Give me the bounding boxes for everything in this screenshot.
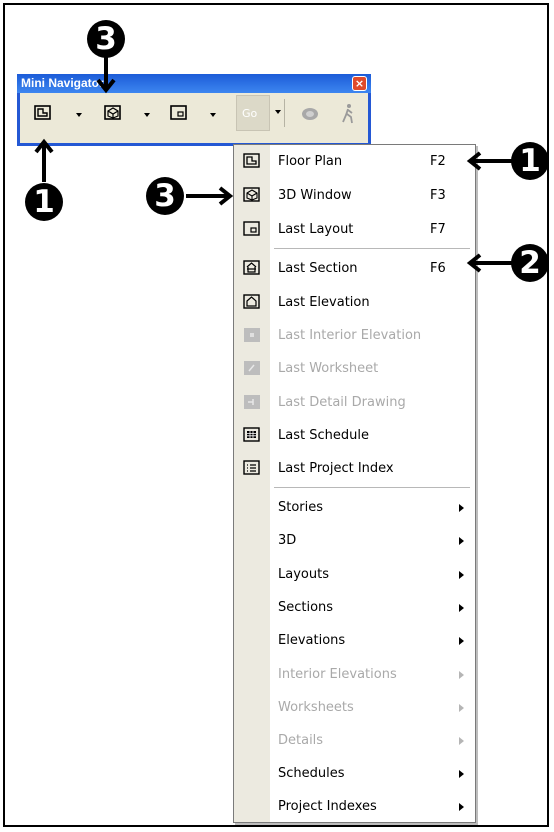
callout-arrow [34,138,54,182]
3d-window-dropdown-arrow[interactable] [144,113,150,117]
menu-item-last-elevation[interactable]: Last Elevation [234,290,475,316]
callout-arrow [466,151,512,171]
mini-navigator-toolbar: Go [17,93,371,146]
submenu-details: Details [234,728,475,754]
3d-window-icon [104,105,121,120]
menu-item-last-interior-elevation: Last Interior Elevation [234,323,475,349]
orbit-icon [302,108,318,120]
submenu-sections[interactable]: Sections [234,595,475,621]
menu-item-label: Last Section [278,261,358,276]
menu-item-last-schedule[interactable]: Last Schedule [234,423,475,449]
callout-arrow [96,56,116,94]
layout-icon [243,221,260,236]
floor-plan-icon [34,105,51,120]
layout-dropdown-arrow[interactable] [210,113,216,117]
submenu-layouts[interactable]: Layouts [234,562,475,588]
menu-item-label: 3D Window [278,188,352,203]
submenu-label: Schedules [278,766,345,781]
menu-item-label: Last Worksheet [278,361,379,376]
go-button[interactable]: Go [236,95,270,131]
go-menu: Floor Plan F2 3D Window F3 Last Layout F… [233,144,476,823]
floor-plan-button[interactable] [32,103,54,125]
menu-item-last-worksheet: Last Worksheet [234,356,475,382]
close-icon[interactable]: × [352,76,367,91]
submenu-interior-elevations: Interior Elevations [234,662,475,688]
menu-item-last-layout[interactable]: Last Layout F7 [234,217,475,243]
3d-window-icon [243,187,260,202]
menu-item-floor-plan[interactable]: Floor Plan F2 [234,149,475,175]
submenu-label: Layouts [278,567,329,582]
chevron-right-icon [459,504,464,512]
submenu-stories[interactable]: Stories [234,495,475,521]
submenu-project-indexes[interactable]: Project Indexes [234,794,475,820]
submenu-label: Interior Elevations [278,667,397,682]
go-dropdown-arrow[interactable] [275,110,281,114]
project-index-icon [243,460,260,475]
menu-item-label: Last Project Index [278,461,394,476]
submenu-elevations[interactable]: Elevations [234,628,475,654]
submenu-label: Elevations [278,633,346,648]
callout-badge: 3 [146,177,184,215]
submenu-label: Project Indexes [278,799,377,814]
chevron-right-icon [459,604,464,612]
floor-plan-dropdown-arrow[interactable] [76,113,82,117]
elevation-icon [243,294,260,309]
callout-badge: 2 [511,244,549,282]
submenu-schedules[interactable]: Schedules [234,761,475,787]
chevron-right-icon [459,637,464,645]
3d-window-button[interactable] [102,103,124,125]
menu-item-last-section[interactable]: Last Section F6 [234,256,475,282]
menu-item-label: Floor Plan [278,154,343,169]
menu-item-label: Last Interior Elevation [278,328,422,343]
callout-arrow [186,186,234,206]
chevron-right-icon [459,737,464,745]
submenu-label: 3D [278,533,297,548]
chevron-right-icon [459,704,464,712]
chevron-right-icon [459,803,464,811]
menu-item-last-project-index[interactable]: Last Project Index [234,456,475,482]
submenu-label: Details [278,733,324,748]
shortcut-label: F6 [430,261,446,276]
submenu-3d[interactable]: 3D [234,528,475,554]
floor-plan-icon [243,153,260,168]
submenu-worksheets: Worksheets [234,695,475,721]
menu-separator [274,487,470,488]
shortcut-label: F7 [430,222,446,237]
interior-elevation-icon [244,328,260,342]
menu-item-3d-window[interactable]: 3D Window F3 [234,183,475,209]
menu-separator [274,248,470,249]
callout-badge: 3 [87,20,125,58]
callout-badge: 1 [511,142,549,180]
window-title: Mini Navigator [21,76,104,90]
walk-icon [342,104,353,124]
mini-navigator-title-bar[interactable]: Mini Navigator × [17,74,371,93]
submenu-label: Worksheets [278,700,354,715]
shortcut-label: F2 [430,154,446,169]
callout-arrow [466,253,512,273]
chevron-right-icon [459,770,464,778]
callout-badge: 1 [25,183,63,221]
menu-item-label: Last Layout [278,222,354,237]
worksheet-icon [244,361,260,375]
walk-button[interactable] [338,101,360,124]
submenu-label: Stories [278,500,324,515]
menu-item-last-detail-drawing: Last Detail Drawing [234,390,475,416]
chevron-right-icon [459,537,464,545]
layout-button[interactable] [168,103,190,125]
detail-drawing-icon [244,395,260,409]
section-icon [243,260,260,275]
menu-item-label: Last Schedule [278,428,369,443]
chevron-right-icon [459,671,464,679]
toolbar-separator [284,99,285,127]
chevron-right-icon [459,571,464,579]
go-button-label: Go [242,107,258,120]
schedule-icon [243,427,260,442]
submenu-label: Sections [278,600,334,615]
shortcut-label: F3 [430,188,446,203]
menu-item-label: Last Detail Drawing [278,395,406,410]
orbit-button[interactable] [298,103,320,125]
menu-item-label: Last Elevation [278,295,370,310]
layout-icon [170,105,187,120]
